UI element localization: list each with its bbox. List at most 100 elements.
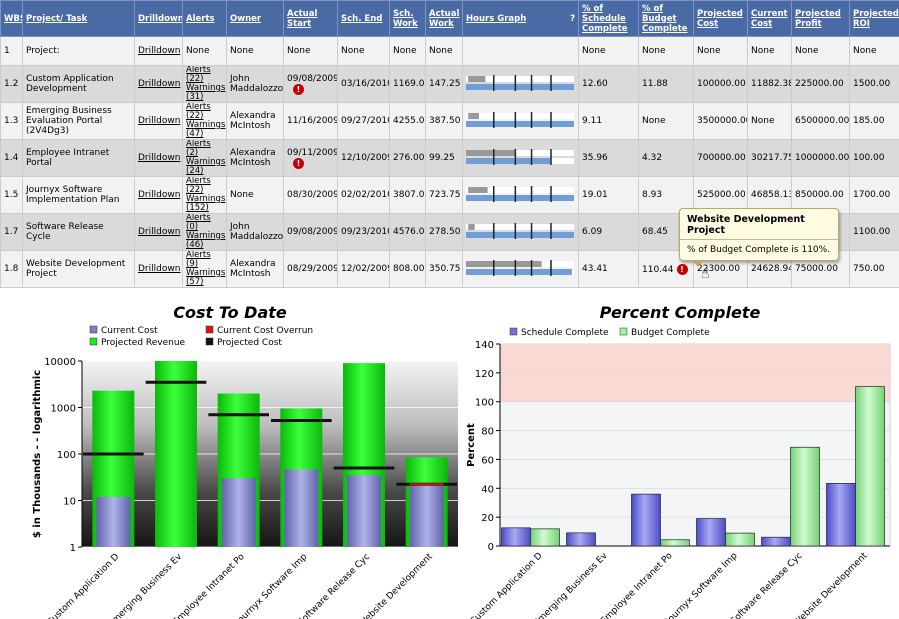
drilldown-link[interactable]: Drilldown — [138, 46, 180, 56]
help-icon[interactable]: ? — [570, 14, 575, 24]
alerts-link[interactable]: Alerts (2) — [186, 141, 223, 159]
budget-warning-icon[interactable]: ! — [676, 263, 688, 275]
col-task[interactable]: Project/ Task — [22, 0, 135, 37]
y-tick-label: 100 — [475, 398, 494, 409]
legend-label: Budget Complete — [631, 328, 710, 338]
alerts-cell[interactable]: Alerts (0) Warnings (46) — [182, 213, 227, 251]
actual-start-value: 09/11/2009 — [287, 147, 338, 158]
current-cost-bar — [221, 478, 256, 547]
col-actual-work[interactable]: Actual Work — [425, 0, 463, 37]
actual-work-cell: None — [425, 36, 463, 66]
warnings-link[interactable]: Warnings (31) — [186, 84, 225, 102]
current-cost-cell: 11882.38 — [747, 65, 792, 103]
col-owner[interactable]: Owner — [226, 0, 284, 37]
task-cell: Emerging Business Evaluation Portal (2V4… — [22, 102, 135, 140]
graph-tick — [550, 148, 552, 165]
hours-graph — [466, 148, 574, 165]
alerts-cell[interactable]: Alerts (22) Warnings (47) — [182, 102, 227, 140]
x-tick-label: Custom Application D — [45, 552, 121, 619]
warning-icon[interactable]: ! — [293, 83, 304, 95]
actual-work-cell: 387.50 — [425, 102, 463, 140]
y-tick-label: 140 — [475, 340, 494, 351]
alerts-cell[interactable]: Alerts (22) Warnings (152) — [182, 176, 227, 214]
hours-graph-cell — [462, 36, 579, 66]
schedule-complete-cell: None — [578, 36, 639, 66]
col-projected-profit[interactable]: Projected Profit — [791, 0, 850, 37]
warnings-link[interactable]: Warnings (24) — [186, 158, 225, 176]
col-wbs[interactable]: WBS — [0, 0, 23, 37]
col-hours-graph[interactable]: Hours Graph? — [462, 0, 579, 37]
actual-start-cell: 08/29/2009 — [283, 250, 338, 288]
alerts-cell[interactable]: Alerts (9) Warnings (57) — [182, 250, 227, 288]
drilldown-link[interactable]: Drilldown — [138, 79, 180, 89]
drilldown-cell: Drilldown — [134, 139, 183, 177]
alerts-link[interactable]: Alerts (9) — [186, 252, 223, 270]
drilldown-link[interactable]: Drilldown — [138, 116, 180, 126]
col-current-cost[interactable]: Current Cost — [747, 0, 792, 37]
projected-roi-cell: 100.00 — [849, 139, 899, 177]
warning-icon[interactable]: ! — [293, 157, 304, 169]
projected-roi-cell: 1700.00 — [849, 176, 899, 214]
projected-roi-cell: 185.00 — [849, 102, 899, 140]
legend-label: Projected Revenue — [101, 338, 186, 348]
warnings-link[interactable]: Warnings (57) — [186, 269, 225, 287]
schedule-complete-cell: 35.96 — [578, 139, 639, 177]
legend-swatch — [89, 337, 98, 346]
graph-track — [466, 223, 574, 230]
current-cost-cell: None — [747, 102, 792, 140]
wbs-cell: 1.8 — [0, 250, 23, 288]
hours-graph-cell — [462, 102, 579, 140]
y-tick-label: 120 — [475, 369, 494, 380]
graph-tick — [493, 74, 495, 91]
actual-start-value: 09/08/2009 — [287, 73, 338, 84]
col-projected-cost[interactable]: Projected Cost — [693, 0, 748, 37]
col-budget-complete[interactable]: % of Budget Complete — [638, 0, 694, 37]
alerts-link[interactable]: Alerts (22) — [186, 178, 223, 196]
col-sch-work[interactable]: Sch. Work — [389, 0, 426, 37]
graph-tick — [514, 74, 517, 91]
col-actual-start[interactable]: Actual Start — [283, 0, 338, 37]
col-schedule-complete[interactable]: % of Schedule Complete — [578, 0, 639, 37]
budget-complete-value: 110.44 — [642, 264, 674, 275]
alerts-cell[interactable]: Alerts (2) Warnings (24) — [182, 139, 227, 177]
actual-start-cell: 09/08/2009! — [283, 65, 338, 103]
scheduled-bar — [466, 231, 574, 238]
budget-complete-bar — [530, 528, 560, 547]
legend-label: Current Cost Overrun — [217, 326, 313, 336]
x-tick-label: Custom Application D — [469, 551, 545, 619]
schedule-complete-cell: 6.09 — [578, 213, 639, 251]
alerts-link[interactable]: Alerts (0) — [186, 215, 223, 233]
x-tick-label: Emerging Business Ev — [532, 551, 610, 619]
alerts-link[interactable]: Alerts (22) — [186, 104, 223, 122]
budget-complete-cell: None — [638, 102, 694, 140]
hours-graph-label[interactable]: Hours Graph — [466, 14, 526, 24]
col-alerts[interactable]: Alerts — [182, 0, 227, 37]
graph-tick — [514, 111, 517, 128]
graph-track — [466, 112, 574, 119]
legend-swatch — [205, 337, 214, 346]
col-drilldown[interactable]: Drilldown — [134, 0, 183, 37]
drilldown-link[interactable]: Drilldown — [138, 227, 180, 237]
warnings-link[interactable]: Warnings (152) — [186, 195, 225, 213]
alerts-cell[interactable]: Alerts (22) Warnings (31) — [182, 65, 227, 103]
col-projected-roi[interactable]: Projected ROI — [849, 0, 899, 37]
graph-tick — [514, 148, 517, 165]
graph-tick — [493, 185, 495, 202]
warnings-link[interactable]: Warnings (46) — [186, 232, 225, 250]
warnings-link[interactable]: Warnings (47) — [186, 121, 225, 139]
current-cost-bar — [284, 469, 319, 547]
drilldown-link[interactable]: Drilldown — [138, 264, 180, 274]
wbs-cell: 1.5 — [0, 176, 23, 214]
sch-work-cell: None — [389, 36, 426, 66]
actual-bar — [468, 75, 486, 82]
alerts-link[interactable]: Alerts (22) — [186, 67, 223, 85]
budget-complete-value: None — [642, 116, 666, 126]
drilldown-link[interactable]: Drilldown — [138, 153, 180, 163]
col-sch-end[interactable]: Sch. End — [337, 0, 390, 37]
graph-tick — [493, 222, 495, 239]
sch-end-cell: 02/02/2010 — [337, 176, 390, 214]
drilldown-link[interactable]: Drilldown — [138, 190, 180, 200]
wbs-cell: 1.4 — [0, 139, 23, 177]
actual-start-cell: 08/30/2009 — [283, 176, 338, 214]
graph-tick — [514, 222, 517, 239]
